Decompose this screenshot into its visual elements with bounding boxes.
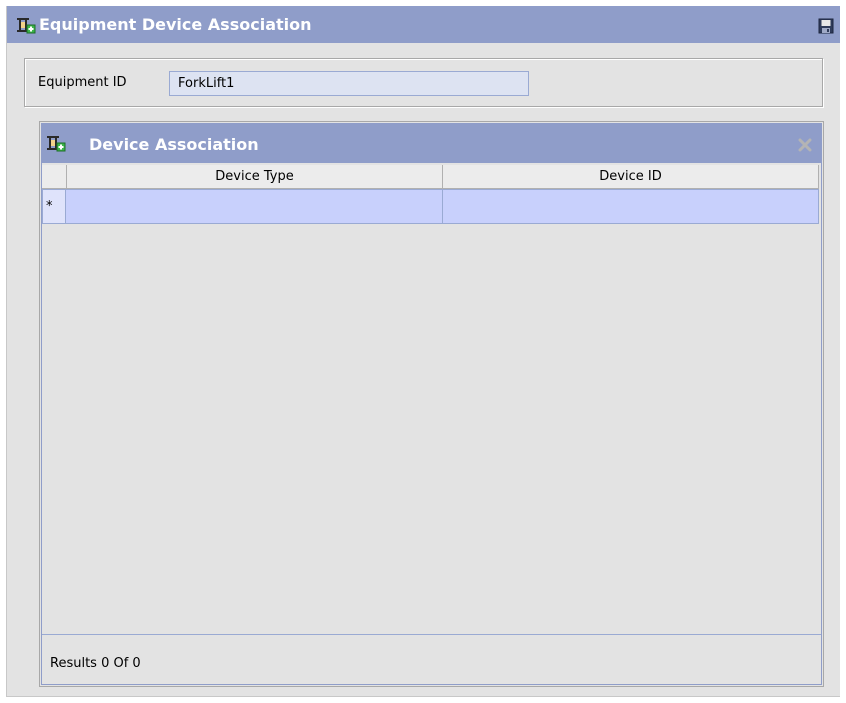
column-header-device-type[interactable]: Device Type [67, 165, 443, 189]
equipment-icon [17, 18, 36, 34]
window-titlebar: Equipment Device Association [7, 6, 840, 43]
delete-icon[interactable] [798, 138, 812, 152]
device-association-frame: Device Association Device Type Device ID… [41, 123, 822, 685]
save-icon[interactable] [818, 18, 834, 34]
equipment-id-field[interactable]: ForkLift1 [169, 71, 529, 96]
results-count: Results 0 Of 0 [50, 656, 141, 671]
device-type-cell[interactable] [66, 189, 443, 224]
device-association-header: Device Association [42, 124, 821, 163]
equipment-id-label: Equipment ID [38, 75, 127, 90]
equipment-device-association-window: Equipment Device Association Equipment I… [6, 6, 840, 697]
row-header-corner [42, 165, 67, 189]
device-association-panel: Device Association Device Type Device ID… [39, 121, 824, 687]
equipment-icon [47, 136, 66, 152]
equipment-id-panel: Equipment ID ForkLift1 [24, 58, 823, 107]
device-association-table: Device Type Device ID * [42, 164, 821, 635]
new-row-marker: * [42, 189, 66, 224]
column-header-device-id[interactable]: Device ID [443, 165, 819, 189]
device-association-title: Device Association [89, 135, 259, 154]
window-title: Equipment Device Association [39, 15, 312, 34]
device-id-cell[interactable] [443, 189, 819, 224]
